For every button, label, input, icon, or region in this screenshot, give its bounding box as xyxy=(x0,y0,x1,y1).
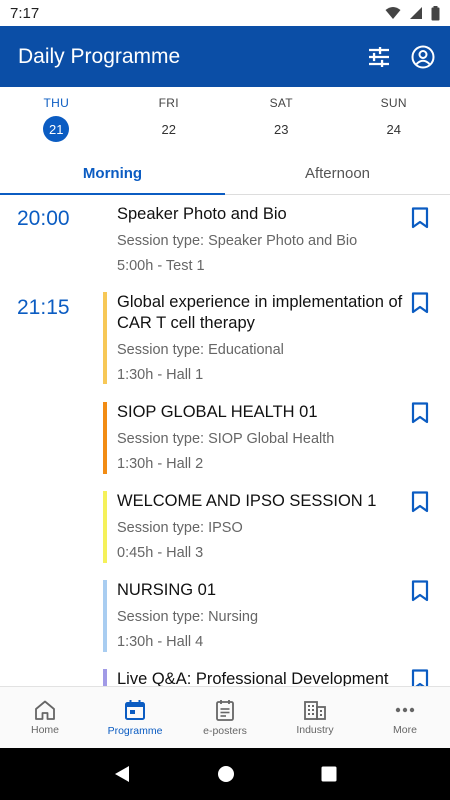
day-name: FRI xyxy=(158,96,179,110)
session-detail: 1:30h - Hall 4 xyxy=(117,634,204,650)
building-icon xyxy=(304,700,326,720)
session-title: SIOP GLOBAL HEALTH 01 xyxy=(117,403,318,421)
session-type: Session type: Nursing xyxy=(117,609,259,625)
session-item[interactable]: SIOP GLOBAL HEALTH 01 Session type: SIOP… xyxy=(0,402,450,491)
day-sat[interactable]: SAT 23 xyxy=(225,87,338,153)
day-selector: THU 21 FRI 22 SAT 23 SUN 24 xyxy=(0,87,450,153)
battery-icon xyxy=(431,5,440,20)
session-list: 20:00 Speaker Photo and Bio Session type… xyxy=(0,196,450,686)
bookmark-icon[interactable] xyxy=(410,207,430,229)
session-type: Session type: IPSO xyxy=(117,520,243,536)
session-time xyxy=(0,580,103,669)
session-time: 20:00 xyxy=(17,207,70,230)
status-bar: 7:17 xyxy=(0,0,450,26)
session-item[interactable]: 21:15 Global experience in implementatio… xyxy=(0,285,450,402)
day-number: 22 xyxy=(161,121,176,137)
bookmark-icon[interactable] xyxy=(410,580,430,602)
nav-label: Industry xyxy=(296,723,334,736)
session-detail: 0:45h - Hall 3 xyxy=(117,545,204,561)
session-title: NURSING 01 xyxy=(117,581,217,599)
home-icon xyxy=(35,700,55,720)
session-time xyxy=(0,491,103,580)
bottom-navigation: Home Programme e-posters Industry More xyxy=(0,686,450,748)
session-time: 21:15 xyxy=(17,296,70,319)
bookmark-icon[interactable] xyxy=(410,402,430,424)
nav-label: Home xyxy=(30,723,59,736)
nav-label: More xyxy=(393,723,417,736)
session-body: SIOP GLOBAL HEALTH 01 Session type: SIOP… xyxy=(107,402,450,491)
session-item[interactable]: NURSING 01 Session type: Nursing 1:30h -… xyxy=(0,580,450,669)
bookmark-icon[interactable] xyxy=(410,669,430,686)
session-title: WELCOME AND IPSO SESSION 1 xyxy=(117,492,377,510)
app-bar: Daily Programme xyxy=(0,26,450,87)
tune-icon xyxy=(369,46,389,67)
cellular-icon xyxy=(410,7,422,19)
session-item[interactable]: 20:00 Speaker Photo and Bio Session type… xyxy=(0,196,450,285)
session-item[interactable]: WELCOME AND IPSO SESSION 1 Session type:… xyxy=(0,491,450,580)
day-number: 21 xyxy=(43,116,70,142)
day-fri[interactable]: FRI 22 xyxy=(113,87,226,153)
day-thu[interactable]: THU 21 xyxy=(0,87,113,153)
session-type: Session type: Speaker Photo and Bio xyxy=(117,233,358,249)
session-detail: 1:30h - Hall 2 xyxy=(117,456,204,472)
nav-label: Programme xyxy=(107,724,163,737)
session-time xyxy=(0,669,103,686)
session-body: NURSING 01 Session type: Nursing 1:30h -… xyxy=(107,580,450,669)
day-name: THU xyxy=(43,96,70,110)
session-body: WELCOME AND IPSO SESSION 1 Session type:… xyxy=(107,491,450,580)
app-actions xyxy=(366,44,436,70)
day-sun[interactable]: SUN 24 xyxy=(338,87,450,153)
session-body: Live Q&A: Professional Development xyxy=(107,669,450,686)
system-navigation-bar xyxy=(0,748,450,800)
more-icon xyxy=(395,707,415,712)
nav-more[interactable]: More xyxy=(360,687,450,748)
wifi-icon xyxy=(385,7,401,19)
filter-button[interactable] xyxy=(366,44,392,70)
poster-icon xyxy=(216,699,234,721)
home-circle-icon[interactable] xyxy=(217,765,235,783)
session-body: Speaker Photo and Bio Session type: Spea… xyxy=(107,196,450,285)
session-time xyxy=(0,402,103,491)
back-icon[interactable] xyxy=(113,765,131,783)
session-title: Speaker Photo and Bio xyxy=(117,205,287,223)
session-body: Global experience in implementation of C… xyxy=(107,292,450,402)
session-item[interactable]: Live Q&A: Professional Development xyxy=(0,669,450,686)
account-icon xyxy=(411,45,435,68)
nav-eposters[interactable]: e-posters xyxy=(180,687,270,748)
recents-icon[interactable] xyxy=(321,766,337,782)
page-title: Daily Programme xyxy=(18,44,181,68)
day-name: SUN xyxy=(380,96,407,110)
day-number: 23 xyxy=(274,121,289,137)
bookmark-icon[interactable] xyxy=(410,491,430,513)
bookmark-icon[interactable] xyxy=(410,292,430,314)
status-time: 7:17 xyxy=(10,4,40,22)
tab-afternoon[interactable]: Afternoon xyxy=(225,153,450,194)
calendar-icon xyxy=(125,699,145,720)
session-detail: 5:00h - Test 1 xyxy=(117,258,205,274)
nav-home[interactable]: Home xyxy=(0,687,90,748)
account-button[interactable] xyxy=(410,44,436,70)
status-icons xyxy=(385,5,440,21)
session-type: Session type: SIOP Global Health xyxy=(117,431,335,447)
session-type: Session type: Educational xyxy=(117,342,284,358)
session-title: Global experience in implementation of C… xyxy=(117,293,403,332)
nav-programme[interactable]: Programme xyxy=(90,687,180,748)
tab-morning[interactable]: Morning xyxy=(0,153,225,195)
nav-industry[interactable]: Industry xyxy=(270,687,360,748)
nav-label: e-posters xyxy=(203,724,247,737)
session-detail: 1:30h - Hall 1 xyxy=(117,367,204,383)
day-number: 24 xyxy=(386,121,401,137)
time-of-day-tabs: Morning Afternoon xyxy=(0,153,450,195)
day-name: SAT xyxy=(269,96,293,110)
session-title: Live Q&A: Professional Development xyxy=(117,670,389,686)
